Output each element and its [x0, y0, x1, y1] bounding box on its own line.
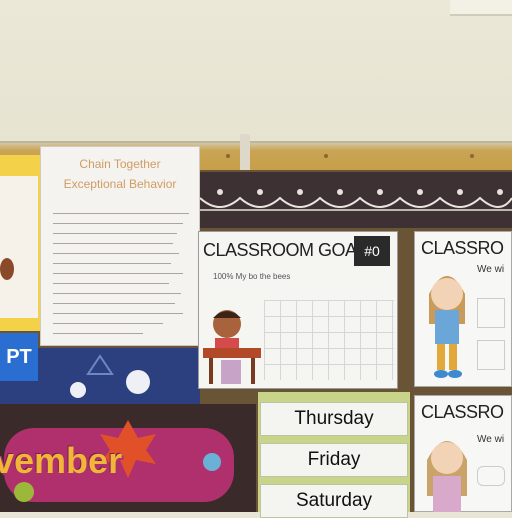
poster-text: We wi — [477, 264, 505, 275]
text-line — [53, 323, 163, 324]
text-line — [53, 253, 179, 254]
clip — [240, 134, 250, 174]
wall — [0, 0, 512, 145]
icon-box — [477, 298, 505, 328]
poster-title-line2: Exceptional Behavior — [63, 177, 177, 191]
text-line — [53, 333, 143, 334]
poster-title: CLASSRO — [421, 402, 504, 422]
day-card-friday: Friday — [260, 443, 408, 477]
goal-badge: #0 — [354, 236, 390, 266]
student-desk-graphic — [203, 310, 261, 384]
poster-title-line1: Chain Together — [79, 157, 161, 171]
picture-element — [0, 258, 14, 280]
classroom-rules-poster: CLASSRO We wi — [414, 231, 512, 387]
text-line — [53, 233, 177, 234]
goal-subtitle: 100% My bo the bees — [213, 272, 291, 281]
poster-title: CLASSRO — [421, 238, 504, 258]
text-line — [53, 283, 169, 284]
goal-title: CLASSROOM GOAL — [203, 240, 367, 260]
text-line — [53, 243, 173, 244]
text-line — [53, 313, 183, 314]
left-poster-card — [0, 176, 38, 318]
day-card-thursday: Thursday — [260, 402, 408, 436]
decorative-border — [199, 172, 512, 228]
poster-text: We wi — [477, 434, 505, 445]
classroom-rules-poster-2: CLASSRO We wi — [414, 395, 512, 512]
rail-pin — [226, 154, 230, 158]
rail-pin — [470, 154, 474, 158]
chain-behavior-poster: Chain Together Exceptional Behavior — [40, 146, 200, 346]
girl-illustration — [427, 441, 467, 512]
rail-pin — [324, 154, 328, 158]
icon-box — [477, 466, 505, 486]
icon-box — [477, 340, 505, 370]
text-line — [53, 273, 183, 274]
text-line — [53, 293, 181, 294]
text-line — [53, 223, 183, 224]
text-line — [53, 303, 175, 304]
text-line — [53, 213, 189, 214]
girl-illustration — [429, 276, 465, 378]
text-line — [53, 263, 171, 264]
goal-tracker-grid — [264, 300, 394, 380]
left-poster-label: PT — [0, 333, 38, 381]
month-label: vember — [0, 440, 123, 481]
day-card-saturday: Saturday — [260, 484, 408, 518]
shelf — [450, 0, 512, 16]
scallop-border-graphic — [199, 189, 512, 211]
